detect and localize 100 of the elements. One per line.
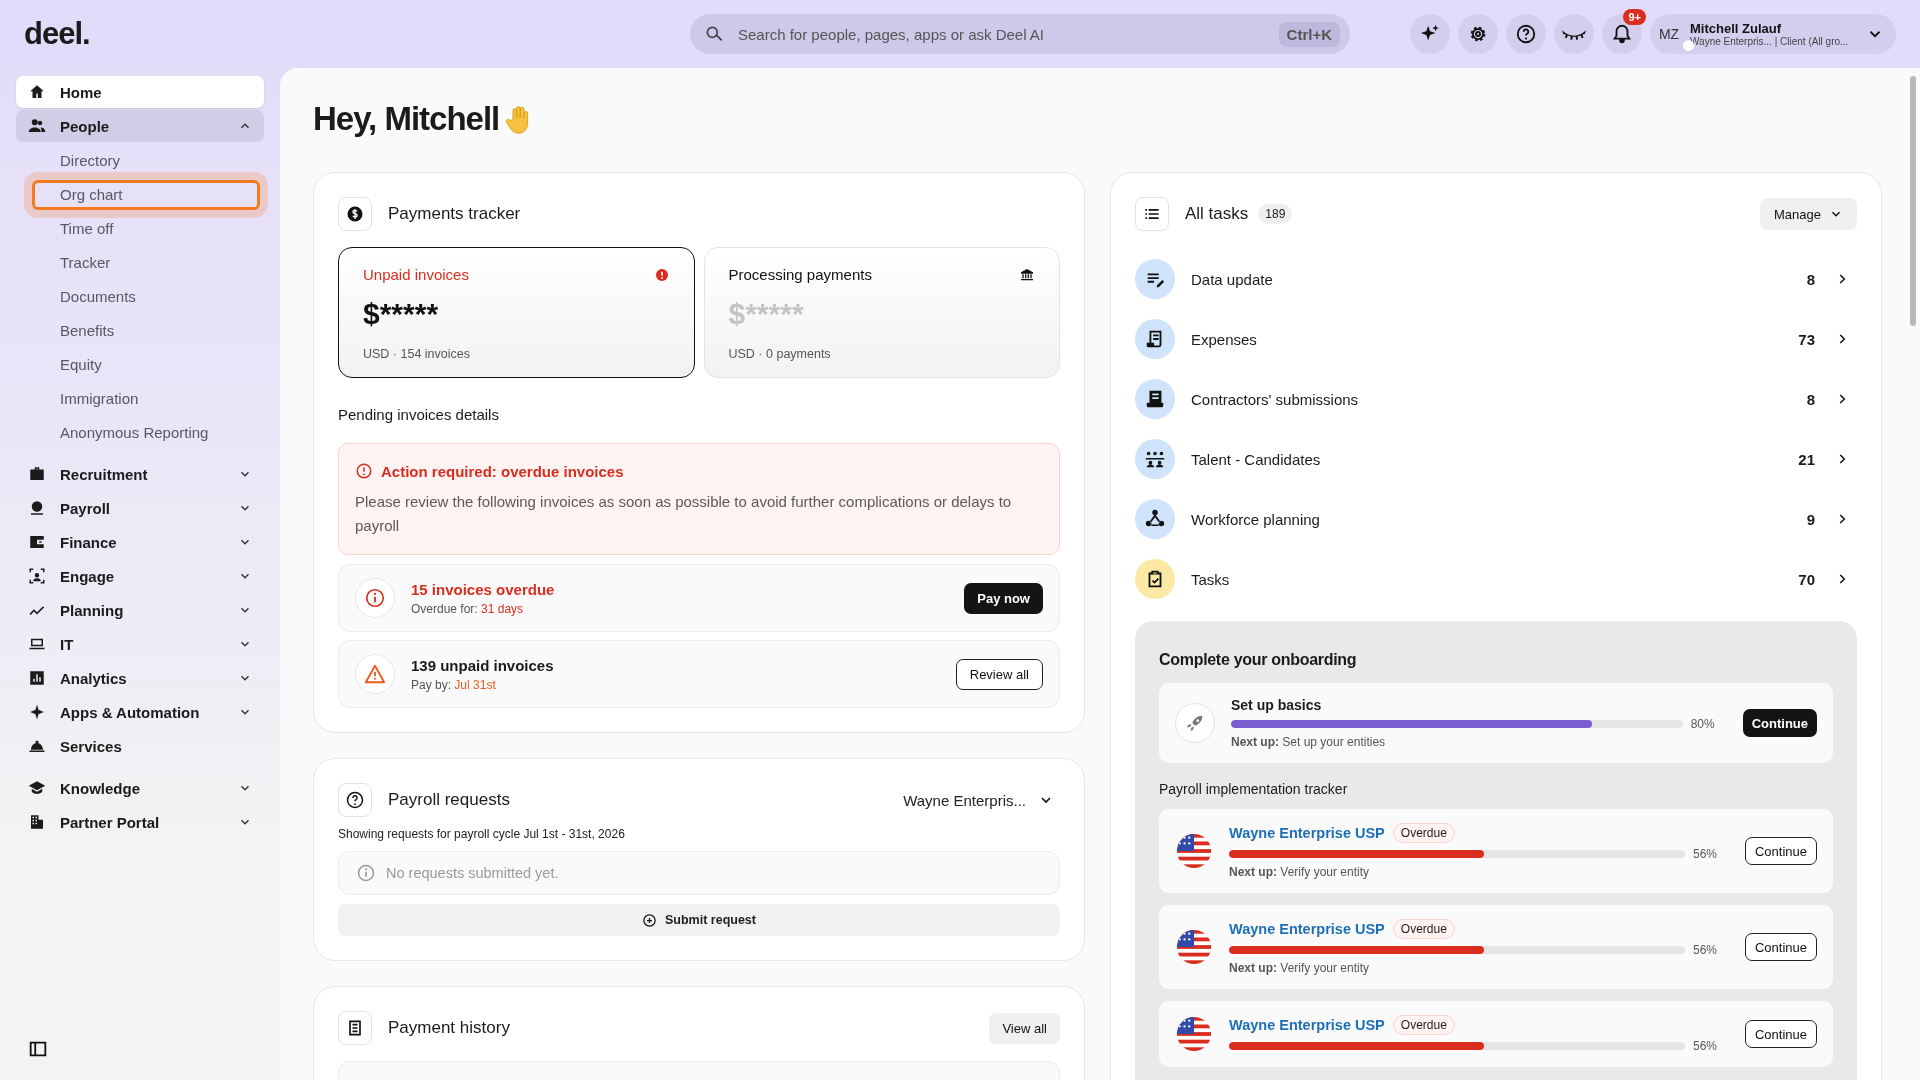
sidebar-item[interactable]: Knowledge xyxy=(16,772,264,804)
bar-chart-icon xyxy=(28,669,46,687)
flag-icon xyxy=(1175,928,1213,966)
task-row[interactable]: Expenses 73 xyxy=(1135,309,1857,369)
cycle-description: Showing requests for payroll cycle Jul 1st - 31st, 2026 xyxy=(338,827,626,841)
hidden-amount: $***** xyxy=(363,297,440,331)
help-icon xyxy=(1515,23,1537,45)
sparkle-icon xyxy=(28,703,46,721)
flag-icon xyxy=(1175,832,1213,870)
card-title: Payment history xyxy=(388,1018,510,1038)
building-icon xyxy=(28,813,46,831)
notification-badge: 9+ xyxy=(1623,9,1646,25)
next-step: Next up: Set up your entities xyxy=(1231,735,1727,749)
summary-title: Processing payments xyxy=(728,266,872,283)
sidebar-subitem[interactable]: Immigration xyxy=(16,384,264,414)
hide-amounts-button[interactable] xyxy=(1554,14,1594,54)
graduation-cap-icon xyxy=(28,779,46,797)
sidebar-item[interactable]: IT xyxy=(16,628,264,660)
bell-icon xyxy=(1611,23,1633,45)
alert-icon xyxy=(355,462,373,480)
notifications-button[interactable] xyxy=(1602,14,1642,54)
entity-link[interactable]: Wayne Enterprise USP xyxy=(1229,825,1385,841)
summary-meta: USD · 0 payments xyxy=(728,347,832,361)
sidebar-item[interactable]: Analytics xyxy=(16,662,264,694)
dollar-icon xyxy=(345,204,365,224)
invoice-detail: Overdue for: 31 days xyxy=(411,601,525,616)
card-title: All tasks xyxy=(1185,204,1249,224)
continue-button[interactable]: Continue xyxy=(1744,1020,1817,1048)
summary-card[interactable]: Unpaid invoices $***** USD · 154 invoices xyxy=(338,247,695,378)
hidden-amount: $***** xyxy=(728,297,805,331)
section-title: Payroll implementation tracker xyxy=(1159,781,1349,797)
task-row[interactable]: Talent - Candidates 21 xyxy=(1135,429,1857,489)
sidebar-item[interactable]: Planning xyxy=(16,594,264,626)
card-title: Payments tracker xyxy=(388,204,521,224)
next-step: Next up: Verify your entity xyxy=(1229,961,1729,975)
flag-icon xyxy=(1175,1015,1213,1053)
progress-title: Set up basics xyxy=(1231,697,1323,713)
sidebar-item[interactable]: Engage xyxy=(16,560,264,592)
search-icon xyxy=(704,24,724,44)
help-icon xyxy=(345,790,365,810)
progress-percent: 80% xyxy=(1690,717,1716,731)
entity-link[interactable]: Wayne Enterprise USP xyxy=(1229,1017,1385,1033)
sidebar-subitem[interactable]: Equity xyxy=(16,350,264,380)
alert-message: Please review the following invoices as soon as possible to avoid further complications or delays to payroll xyxy=(355,492,1013,536)
search-bar[interactable]: Search for people, pages, apps or ask Deel AI Ctrl+K xyxy=(690,14,1350,54)
settings-button[interactable] xyxy=(1458,14,1498,54)
sidebar-subitem[interactable]: Org chart xyxy=(24,172,268,218)
summary-title: Unpaid invoices xyxy=(363,266,469,283)
help-button[interactable] xyxy=(1506,14,1546,54)
invoice-title: 139 unpaid invoices xyxy=(411,656,555,674)
manage-dropdown[interactable]: Manage xyxy=(1760,198,1857,230)
continue-button[interactable]: Continue xyxy=(1744,933,1817,961)
plus-circle-icon xyxy=(642,912,657,928)
sidebar-item[interactable]: Finance xyxy=(16,526,264,558)
progress-percent: 56% xyxy=(1692,943,1718,957)
status-tag: Overdue xyxy=(1392,919,1455,939)
invoice-detail: Pay by: Jul 31st xyxy=(411,677,497,692)
sidebar-item[interactable]: Apps & Automation xyxy=(16,696,264,728)
continue-button[interactable]: Continue xyxy=(1742,709,1817,737)
summary-card[interactable]: Processing payments $***** USD · 0 payments xyxy=(703,247,1060,378)
summary-meta: USD · 154 invoices xyxy=(363,347,471,361)
entity-link[interactable]: Wayne Enterprise USP xyxy=(1229,921,1385,937)
wallet-icon xyxy=(28,533,46,551)
user-menu[interactable]: MZ Mitchell Zulauf Wayne Enterpris... | Client (All gro... xyxy=(1650,14,1896,54)
sidebar-subitem[interactable]: Benefits xyxy=(16,316,264,346)
section-title: Pending invoices details xyxy=(338,406,500,423)
review-button[interactable]: Review all xyxy=(955,658,1043,690)
pay-now-button[interactable]: Pay now xyxy=(964,582,1043,614)
shortcut-hint: Ctrl+K xyxy=(1278,21,1340,47)
continue-button[interactable]: Continue xyxy=(1744,837,1817,865)
ai-sparkle-button[interactable] xyxy=(1410,14,1450,54)
task-row[interactable]: Contractors' submissions 8 xyxy=(1135,369,1857,429)
status-tag: Overdue xyxy=(1392,1015,1455,1035)
sidebar-item[interactable]: Services xyxy=(16,730,264,762)
sidebar-subitem[interactable]: Anonymous Reporting xyxy=(16,418,264,448)
document-icon xyxy=(1144,388,1166,410)
sidebar-item[interactable]: Home xyxy=(16,76,264,108)
search-field[interactable]: Search for people, pages, apps or ask Deel AI xyxy=(736,24,1267,44)
logo[interactable]: deel. xyxy=(24,16,690,52)
status-tag: Overdue xyxy=(1392,823,1455,843)
sidebar-subitem[interactable]: Documents xyxy=(16,282,264,312)
avatar: MZ xyxy=(1657,25,1681,44)
submit-request-button[interactable]: Submit request xyxy=(338,904,1060,936)
alert-title: Action required: overdue invoices xyxy=(381,462,624,480)
sidebar-item[interactable]: Recruitment xyxy=(16,458,264,490)
task-row[interactable]: Workforce planning 9 xyxy=(1135,489,1857,549)
bank-icon xyxy=(1019,266,1035,283)
closed-eye-icon xyxy=(1562,28,1586,40)
sidebar-subitem[interactable]: Tracker xyxy=(16,248,264,278)
view-all-button[interactable]: View all xyxy=(989,1012,1060,1044)
user-subtitle: Wayne Enterpris... | Client (All gro... xyxy=(1690,36,1850,47)
people-icon xyxy=(28,117,46,135)
sidebar-item[interactable]: People xyxy=(16,110,264,142)
entity-dropdown[interactable]: Wayne Enterpris... xyxy=(897,790,1060,810)
sidebar-item[interactable]: Payroll xyxy=(16,492,264,524)
sidebar-item[interactable]: Partner Portal xyxy=(16,806,264,838)
task-row[interactable]: Tasks 70 xyxy=(1135,549,1857,609)
info-icon xyxy=(356,863,376,883)
next-step: Next up: Verify your entity xyxy=(1229,865,1729,879)
task-row[interactable]: Data update 8 xyxy=(1135,249,1857,309)
